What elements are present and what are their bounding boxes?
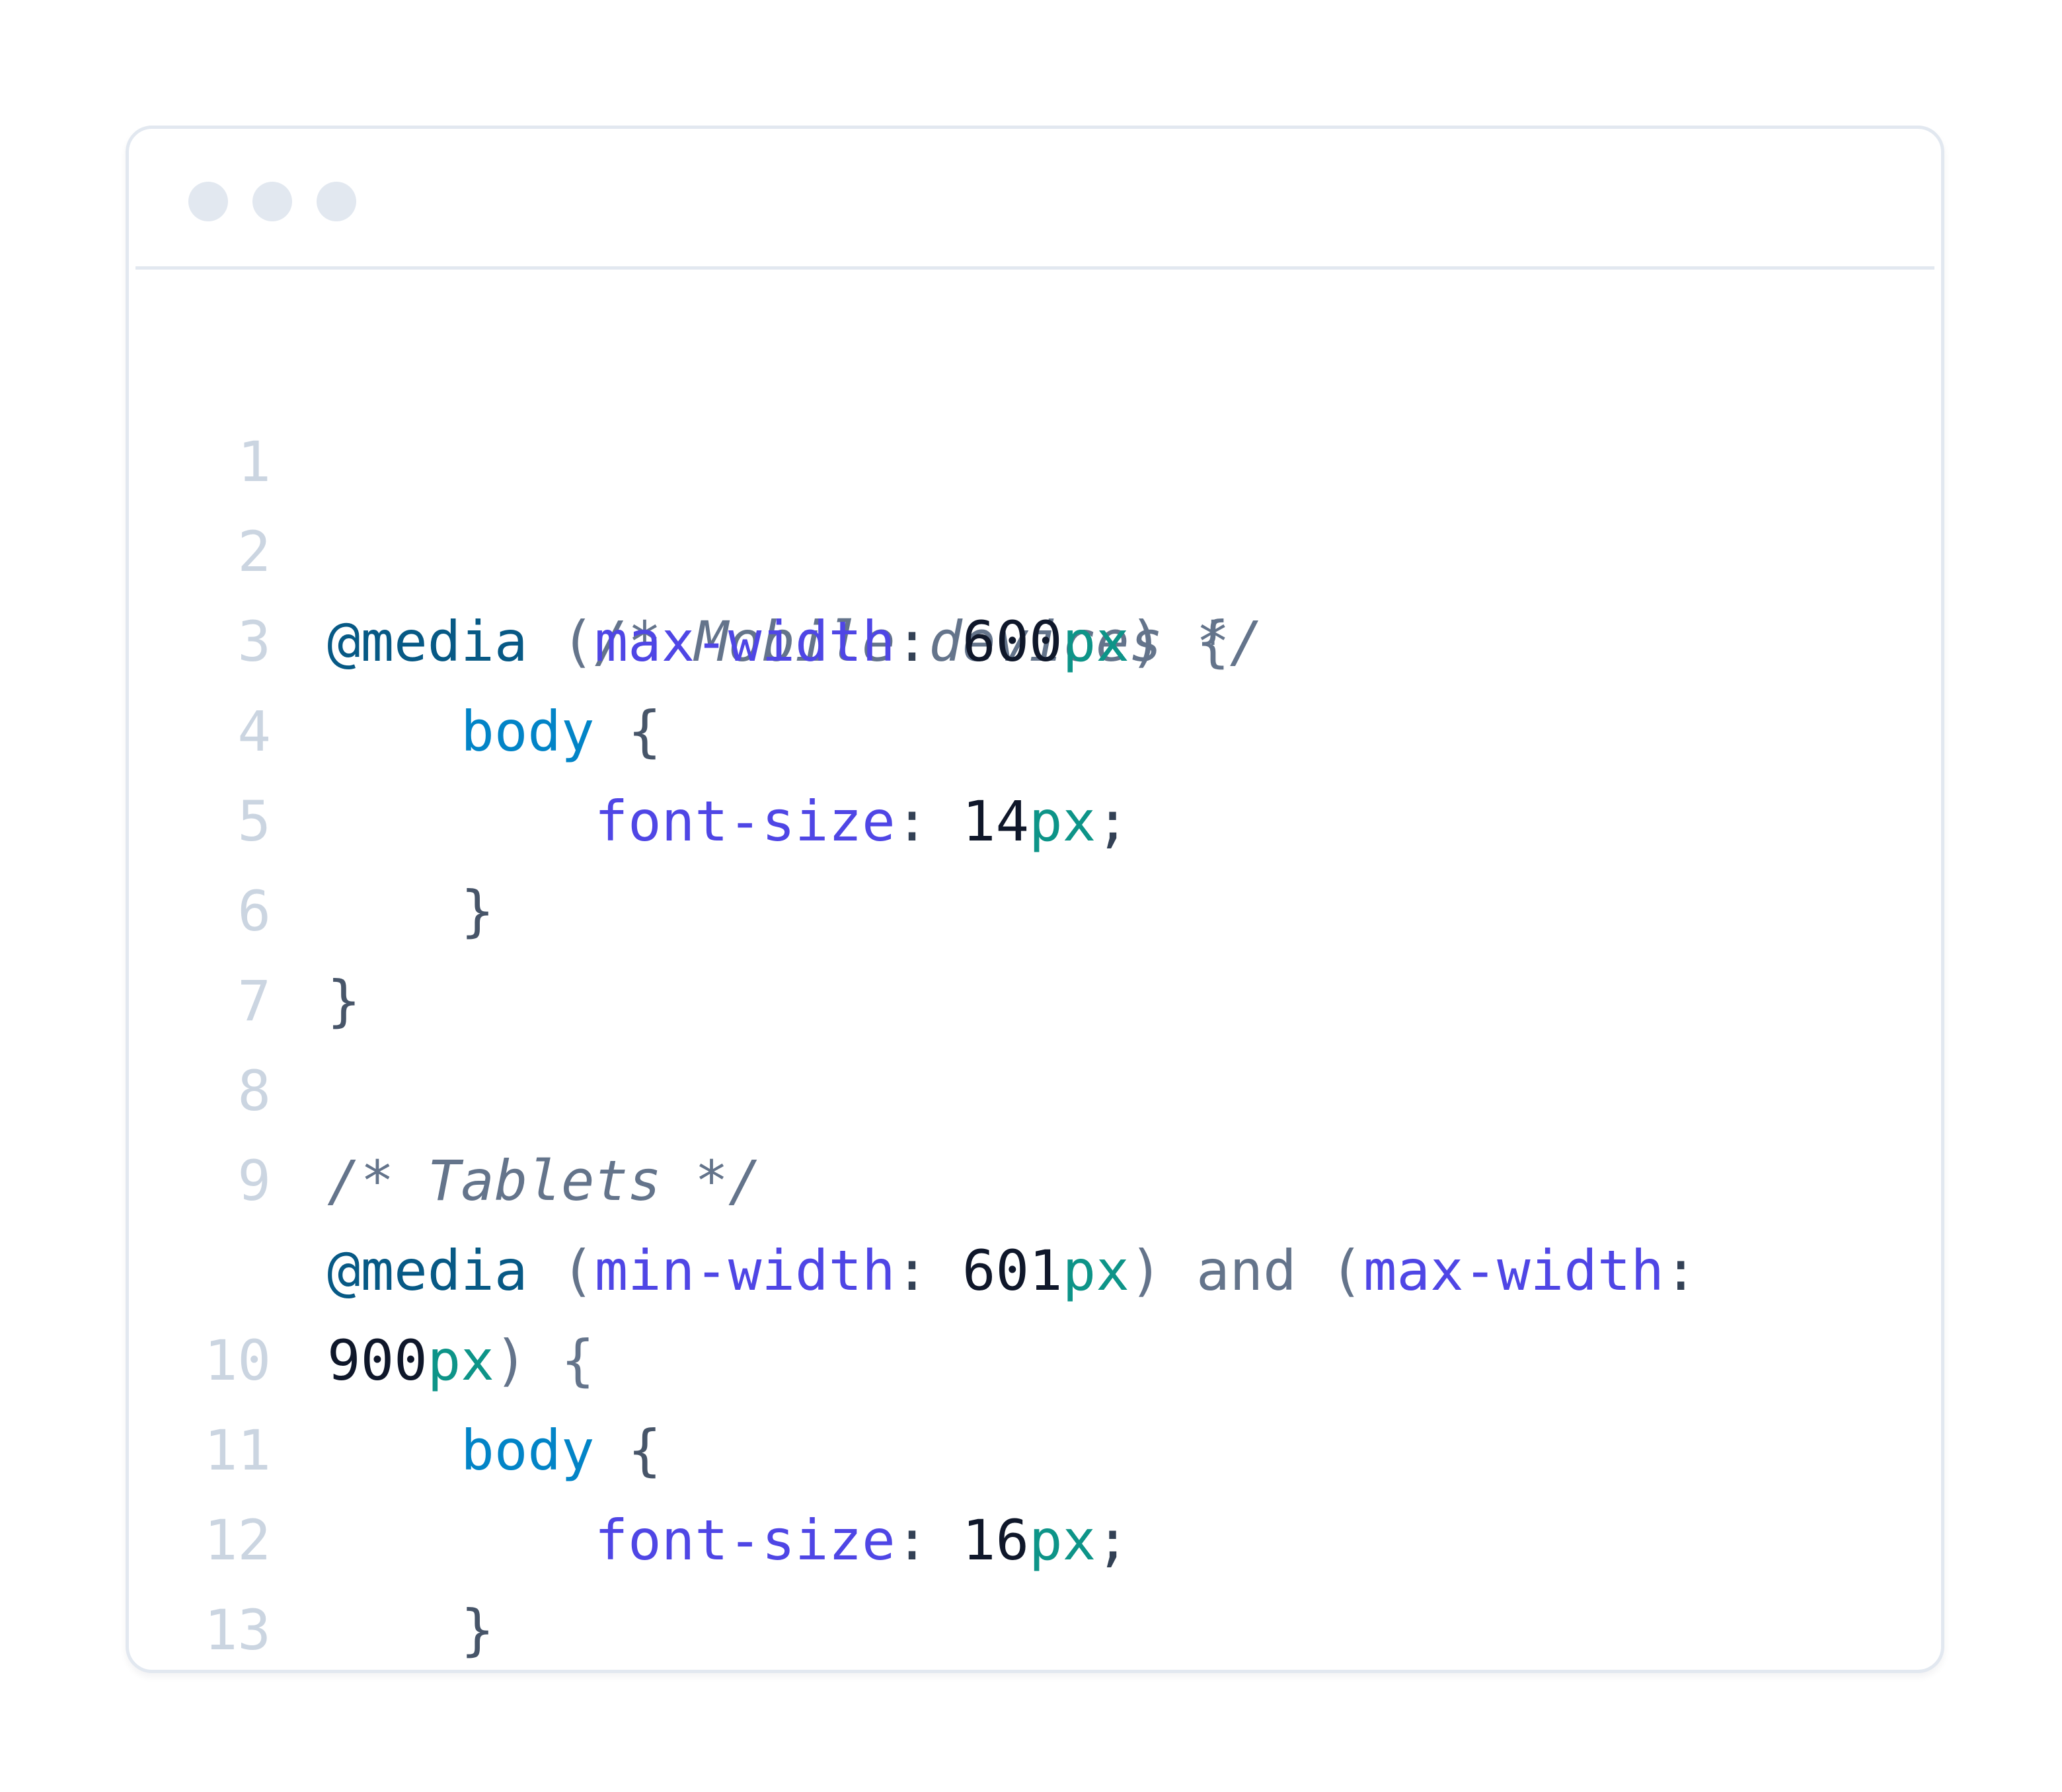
code-line: 8 /* Tablets */ [129,956,1941,1213]
code-line: 6 } [129,776,1941,1033]
code-window: 1 /* Mobile devices */ 2 @media (max-wid… [126,126,1944,1673]
code-line: 1 /* Mobile devices */ [129,327,1941,674]
code-line: 2 @media (max-width: 600px) { [129,417,1941,674]
window-dot-icon [188,182,228,221]
code-brace: } [327,1598,494,1662]
code-line-text: } [327,1585,494,1670]
code-line: 7 [129,866,1941,1033]
code-line: 11 font-size: 16px; [129,1316,1941,1573]
window-dot-icon [252,182,292,221]
code-line: 13 } [129,1495,1941,1662]
window-dot-icon [317,182,356,221]
code-line: 3 body { [129,507,1941,764]
code-line: 4 font-size: 14px; [129,597,1941,854]
code-line: 9 @media (min-width: 601px) and (max-wid… [129,1046,1941,1303]
window-titlebar [135,129,1934,270]
code-line: 12 } [129,1405,1941,1662]
code-line: 10 body { [129,1226,1941,1483]
line-number: 13 [204,1598,271,1662]
code-line-wrapped: 900px) { [129,1136,1941,1393]
code-block: 1 /* Mobile devices */ 2 @media (max-wid… [129,327,1941,1662]
code-line: 5 } [129,687,1941,944]
